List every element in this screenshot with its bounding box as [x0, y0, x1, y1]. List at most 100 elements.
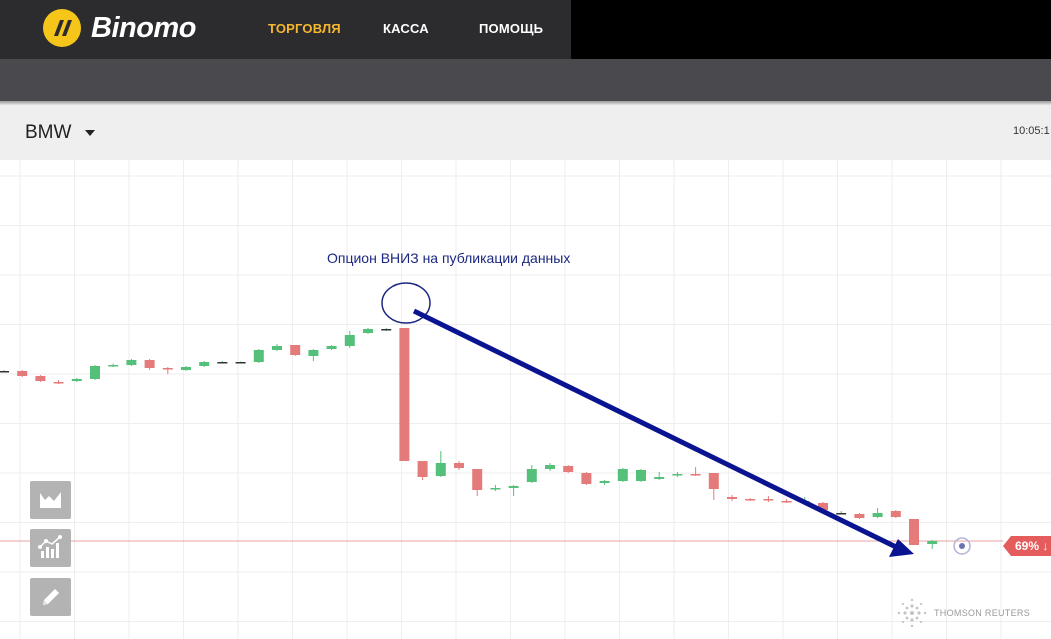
candle	[617, 468, 628, 482]
candle	[708, 473, 719, 500]
candle-body	[53, 382, 64, 384]
candle	[909, 519, 919, 545]
candle-body	[836, 513, 847, 515]
candle	[854, 513, 865, 519]
candle-body	[126, 360, 137, 365]
candle-body	[581, 473, 592, 484]
candle-body	[162, 368, 173, 370]
brand-name: Binomo	[91, 11, 196, 44]
top-navigation-bar: Binomo ТОРГОВЛЯ КАССА ПОМОЩЬ	[0, 0, 1051, 59]
candle-body	[854, 514, 865, 518]
candle	[235, 361, 246, 364]
candle	[90, 365, 100, 380]
candle	[108, 363, 119, 367]
down-arrow-icon: ↓	[1042, 539, 1049, 553]
candle	[71, 378, 82, 382]
asset-bar: BMW 10:05:1	[0, 105, 1051, 160]
candle-body	[545, 465, 555, 469]
candle-body	[71, 379, 82, 381]
candles	[0, 328, 938, 549]
chart-area[interactable]	[0, 160, 1051, 639]
candle	[17, 370, 28, 377]
pencil-icon	[43, 589, 59, 605]
candle	[472, 469, 483, 496]
candle	[490, 485, 501, 491]
candle-body	[308, 350, 319, 356]
candlestick-chart[interactable]	[0, 160, 1051, 639]
candle-body	[872, 513, 883, 517]
candle-body	[727, 497, 737, 499]
candle-body	[35, 376, 46, 381]
trend-arrow-line	[412, 308, 900, 551]
area-chart-icon	[40, 492, 61, 508]
candle-body	[909, 519, 919, 545]
server-time: 10:05:1	[1013, 125, 1050, 137]
candle	[253, 349, 264, 363]
candle	[126, 359, 137, 366]
candle	[872, 508, 883, 518]
redacted-region	[571, 0, 1051, 59]
candle-body	[472, 469, 483, 490]
candle-body	[363, 329, 373, 333]
data-provider: THOMSON REUTERS	[896, 597, 1030, 629]
current-price-dot	[959, 543, 965, 549]
candle	[545, 463, 555, 471]
candle-body	[745, 499, 756, 501]
candle	[890, 510, 901, 518]
annotation-text: Опцион ВНИЗ на публикации данных	[327, 250, 571, 266]
candle-body	[636, 470, 646, 481]
candle-body	[108, 365, 119, 367]
candle	[290, 345, 301, 356]
candle	[599, 480, 610, 485]
candle	[417, 461, 428, 480]
candle-body	[253, 350, 264, 362]
candle-body	[417, 461, 428, 477]
chart-type-button[interactable]	[30, 481, 71, 519]
indicators-button[interactable]	[30, 529, 71, 567]
candle	[344, 331, 355, 348]
nav-trading[interactable]: ТОРГОВЛЯ	[268, 21, 341, 36]
candle-body	[144, 360, 155, 368]
brand-logo[interactable]: Binomo	[43, 9, 196, 47]
asset-selector[interactable]: BMW	[25, 122, 96, 144]
candle	[636, 469, 646, 482]
candle	[581, 472, 592, 485]
nav-cashier[interactable]: КАССА	[383, 21, 429, 36]
chart-grid	[0, 160, 1051, 639]
candle-body	[90, 366, 100, 379]
candle-body	[654, 477, 665, 479]
candle-body	[708, 473, 719, 489]
candle-body	[272, 346, 282, 350]
candle-body	[690, 474, 701, 476]
candle-body	[235, 362, 246, 364]
candle	[53, 380, 64, 384]
nav-help[interactable]: ПОМОЩЬ	[479, 21, 543, 36]
candle	[435, 451, 446, 477]
candle	[326, 345, 337, 350]
drawing-button[interactable]	[30, 578, 71, 616]
candle-body	[454, 463, 464, 468]
candle	[35, 375, 46, 382]
candle-body	[763, 499, 774, 501]
candle	[181, 366, 191, 371]
candle-body	[17, 371, 28, 376]
candle	[144, 359, 155, 370]
thomson-reuters-icon	[897, 598, 927, 628]
payout-percent: 69%	[1015, 539, 1040, 553]
candle	[381, 328, 392, 331]
candle	[162, 367, 173, 374]
candle	[526, 465, 537, 483]
candle	[308, 349, 319, 361]
candle-body	[326, 346, 337, 349]
candle-body	[199, 362, 210, 366]
candle-body	[399, 328, 410, 461]
candle-body	[490, 488, 501, 490]
binomo-logo-icon	[43, 9, 81, 47]
asset-name: BMW	[25, 122, 72, 143]
candle	[927, 540, 938, 549]
candle	[363, 328, 373, 334]
candle-body	[890, 511, 901, 517]
candle-body	[508, 486, 519, 488]
payout-tag: 69% ↓	[1003, 536, 1051, 556]
candle-body	[672, 474, 683, 476]
